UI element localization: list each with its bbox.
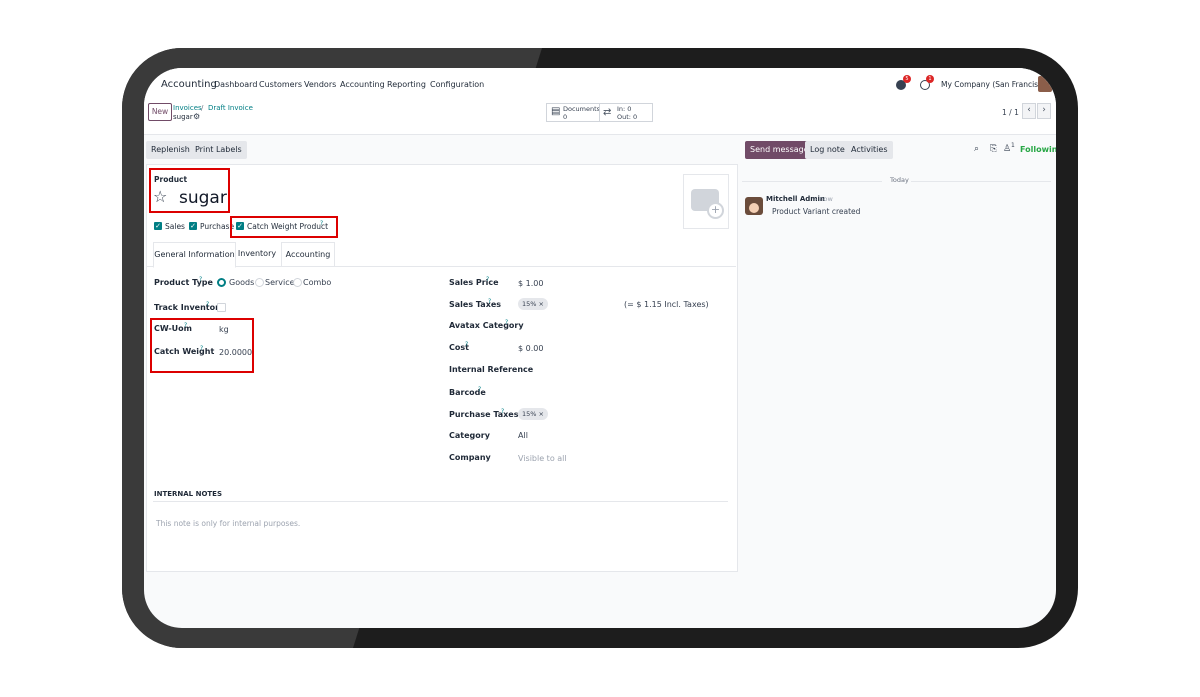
sales-price-label: Sales Price [449,278,499,287]
print-labels-button[interactable]: Print Labels [190,141,247,159]
followers-count: 1 [1011,142,1015,149]
date-separator: Today [890,176,909,184]
help-tooltip-icon[interactable]: ? [505,320,508,326]
activities-button[interactable]: Activities [846,141,893,159]
track-inventory-label: Track Inventory [154,303,225,312]
out-count: Out: 0 [617,113,638,121]
sales-taxes-included: (= $ 1.15 Incl. Taxes) [624,300,709,309]
pager-value[interactable]: 1 / 1 [1002,109,1019,117]
internal-notes-heading: INTERNAL NOTES [154,490,222,498]
radio-goods[interactable] [217,278,226,287]
goods-option: Goods [229,278,255,287]
notes-divider [153,501,728,502]
help-tooltip-icon[interactable]: ? [488,299,491,305]
breadcrumb-separator: / [201,104,204,112]
gear-icon[interactable]: ⚙ [193,113,200,121]
app-name[interactable]: Accounting [161,80,217,90]
track-inventory-checkbox[interactable] [217,303,226,312]
avatax-category-label: Avatax Category [449,321,524,330]
tab-accounting[interactable]: Accounting [281,242,335,267]
company-field[interactable]: Visible to all [518,455,567,463]
messages-badge: 5 [903,75,911,83]
cost-value[interactable]: $ 0.00 [518,345,543,353]
category-value[interactable]: All [518,432,528,440]
purchase-checkbox[interactable]: ✓ [189,222,197,230]
purchase-label: Purchase [200,222,235,231]
sales-tax-tag[interactable]: 15% × [518,298,548,310]
in-out-smart-button[interactable]: ⇄ In: 0 Out: 0 [599,103,653,122]
menu-reporting[interactable]: Reporting [387,81,426,89]
log-note-button[interactable]: Log note [805,141,850,159]
company-label: Company [449,453,491,462]
documents-count: 0 [563,113,568,121]
author-avatar[interactable] [745,197,763,215]
date-divider-right [911,181,1051,182]
sales-checkbox[interactable]: ✓ [154,222,162,230]
date-divider-left [742,181,882,182]
paperclip-icon[interactable]: ⎘ [990,145,997,154]
menu-customers[interactable]: Customers [259,81,302,89]
document-icon: ▤ [551,106,561,117]
radio-combo[interactable] [293,278,302,287]
highlight-product-name [149,168,230,213]
top-navbar: Accounting Dashboard Customers Vendors A… [144,68,1056,101]
record-name: sugar [173,113,193,121]
help-tooltip-icon[interactable]: ? [501,409,504,415]
product-image-placeholder[interactable]: + [683,174,729,229]
control-panel: New Invoices / Draft Invoice sugar ⚙ ▤ D… [144,100,1056,135]
breadcrumb-invoices[interactable]: Invoices [173,105,202,112]
message-time: - now [815,195,833,203]
help-tooltip-icon[interactable]: ? [206,302,209,308]
documents-label: Documents [563,105,601,113]
followers-icon[interactable]: ♙ [1003,145,1011,154]
tab-general-information[interactable]: General Information [153,242,236,268]
internal-notes-field[interactable]: This note is only for internal purposes. [156,520,300,528]
combo-option: Combo [303,278,332,287]
new-button[interactable]: New [148,103,172,121]
internal-reference-label: Internal Reference [449,365,534,374]
purchase-tax-tag[interactable]: 15% × [518,408,548,420]
help-tooltip-icon[interactable]: ? [199,277,202,283]
device-frame: Accounting Dashboard Customers Vendors A… [122,48,1078,648]
purchase-taxes-label: Purchase Taxes [449,410,519,419]
send-message-button[interactable]: Send message [745,141,814,159]
user-avatar[interactable] [1038,76,1052,92]
activities-badge: 1 [926,75,934,83]
sales-taxes-label: Sales Taxes [449,300,502,309]
screen: Accounting Dashboard Customers Vendors A… [144,68,1056,628]
sales-label: Sales [165,222,185,231]
menu-dashboard[interactable]: Dashboard [214,81,257,89]
search-icon[interactable]: ⌕ [974,145,979,154]
company-switcher[interactable]: My Company (San Francisco) [941,81,1050,89]
menu-vendors[interactable]: Vendors [304,81,336,89]
sales-price-value[interactable]: $ 1.00 [518,280,543,288]
in-count: In: 0 [617,105,632,113]
tab-inventory[interactable]: Inventory [234,242,280,266]
service-option: Service [265,278,295,287]
help-tooltip-icon[interactable]: ? [465,342,468,348]
category-label: Category [449,431,490,440]
replenish-button[interactable]: Replenish [146,141,195,159]
menu-configuration[interactable]: Configuration [430,81,484,89]
pager-previous-button[interactable]: ‹ [1022,103,1036,119]
help-tooltip-icon[interactable]: ? [486,277,489,283]
menu-accounting[interactable]: Accounting [340,81,385,89]
following-button[interactable]: Following [1020,146,1056,154]
radio-service[interactable] [255,278,264,287]
help-tooltip-icon[interactable]: ? [478,387,481,393]
breadcrumb-draft-invoice[interactable]: Draft Invoice [208,105,253,112]
highlight-catch-weight-fields [150,318,254,373]
documents-smart-button[interactable]: ▤ Documents 0 [546,103,600,122]
highlight-catch-weight [230,216,338,238]
product-type-label: Product Type [154,278,213,287]
pager-next-button[interactable]: › [1037,103,1051,119]
message-body: Product Variant created [772,207,861,216]
add-photo-icon: + [707,202,724,219]
transfer-icon: ⇄ [603,107,612,118]
